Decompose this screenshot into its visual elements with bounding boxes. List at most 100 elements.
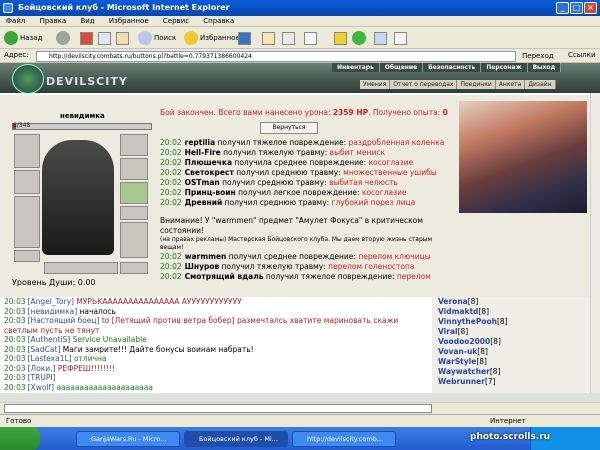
return-button[interactable]: Вернуться <box>260 122 318 134</box>
window-button[interactable] <box>374 30 387 46</box>
user-item[interactable]: Verona[8] <box>438 297 590 307</box>
log-who: Древний <box>184 198 223 207</box>
log-injury: глубокий порез лица <box>331 198 416 207</box>
shield-slot[interactable] <box>120 222 148 258</box>
nav-fights[interactable]: Поединки <box>457 80 496 89</box>
nav-exit[interactable]: Выход <box>527 63 562 72</box>
menu-edit[interactable]: Правка <box>40 17 67 25</box>
menu-favorites[interactable]: Избранное <box>109 17 149 25</box>
vertical-scrollbar[interactable] <box>590 63 600 393</box>
chat-msg: РЕФРЕШ!!!!!!!! <box>55 363 115 373</box>
pocket-slots[interactable] <box>44 262 118 274</box>
user-item[interactable]: Voodoo2000[8] <box>438 337 590 347</box>
battle-picture <box>459 101 587 213</box>
log-who: Шнуров <box>184 262 220 271</box>
chat-nick[interactable]: [Xwolf] <box>28 383 54 392</box>
nav-character[interactable]: Персонаж <box>481 63 528 72</box>
chat-message: 20:03 [SadCat] Маги замрите!!! Дайте бону… <box>4 345 430 355</box>
messenger-button[interactable] <box>334 30 347 46</box>
links-label[interactable]: Ссылки <box>568 51 596 59</box>
weapon-slot[interactable] <box>120 134 148 156</box>
media-button[interactable] <box>238 30 251 46</box>
chat-nick[interactable]: [AuthentiS] <box>28 335 71 344</box>
doc-button[interactable] <box>394 30 407 46</box>
user-item[interactable]: VinnythePooh[8] <box>438 317 590 327</box>
nav-skills[interactable]: Умения <box>360 80 391 89</box>
home-button[interactable] <box>116 30 129 46</box>
user-item[interactable]: WarStyle[8] <box>438 357 590 367</box>
task-combats[interactable]: Бойцовский клуб - Mi... <box>184 431 288 447</box>
chat-nick[interactable]: [невидимка] <box>28 307 78 316</box>
back-button[interactable]: Назад <box>4 30 42 46</box>
chat-nick[interactable]: [Angel_Tory] <box>28 297 74 306</box>
refresh-button[interactable] <box>98 30 111 46</box>
forward-button[interactable] <box>56 30 70 46</box>
user-name[interactable]: Voodoo2000 <box>438 337 490 346</box>
search-button[interactable]: Поиск <box>138 30 176 46</box>
amulet-slot[interactable] <box>14 170 40 194</box>
log-text: получила среднее повреждение: <box>232 158 369 167</box>
nav-security[interactable]: Безопасность <box>423 63 482 72</box>
chat-input[interactable] <box>4 404 432 413</box>
user-item[interactable]: Vovan-uk[8] <box>438 347 590 357</box>
start-button[interactable] <box>0 427 40 450</box>
chat-nick[interactable]: [Настоящий боец] <box>28 316 100 325</box>
chat-nick[interactable]: [TRUPI] <box>28 373 56 382</box>
user-item[interactable]: Viral[8] <box>438 327 590 337</box>
maximize-button[interactable]: □ <box>570 2 583 14</box>
nav-inventory[interactable]: Инвентарь <box>332 63 380 72</box>
bracers-slot[interactable] <box>120 206 148 220</box>
user-name[interactable]: Vovan-uk <box>438 347 477 356</box>
log-injury: раздробленная коленка <box>348 138 445 147</box>
chat-msg: МУРЬКААААААААААААААА АУУУУУУУУУУУУ <box>74 297 242 306</box>
user-item[interactable]: Webrunner[7] <box>438 377 590 387</box>
user-name[interactable]: Verona <box>438 297 468 306</box>
chat-nick[interactable]: [Локи.] <box>28 364 56 373</box>
log-entry: 20:02 OSTman получил среднюю травму: выби… <box>160 178 456 188</box>
chat-nick[interactable]: [Lastexa1L] <box>28 354 72 363</box>
chat-time: 20:03 <box>4 297 26 306</box>
print-button[interactable] <box>282 30 295 46</box>
task-ganjawars[interactable]: GanjaWars.Ru - Micro... <box>76 431 180 447</box>
menu-tools[interactable]: Сервис <box>163 17 189 25</box>
menu-file[interactable]: Файл <box>6 17 25 25</box>
user-name[interactable]: WarStyle <box>438 357 476 366</box>
minimize-button[interactable]: _ <box>556 2 569 14</box>
user-name[interactable]: Viral <box>438 327 458 336</box>
edit-button[interactable] <box>304 30 317 46</box>
user-name[interactable]: Waywatcher <box>438 367 490 376</box>
nav-design[interactable]: Дизайн <box>525 80 556 89</box>
menu-help[interactable]: Справка <box>203 17 234 25</box>
gloves-slot[interactable] <box>120 182 148 204</box>
armor-slot[interactable] <box>14 196 40 248</box>
stop-button[interactable] <box>80 30 93 46</box>
helmet-slot[interactable] <box>14 134 40 168</box>
favorites-button[interactable]: Избранное <box>184 30 240 46</box>
ad-text: (на правах рекламы) Мастерская Бойцовско… <box>160 236 433 251</box>
chat-nick[interactable]: [SadCat] <box>28 345 61 354</box>
log-injury: множественные ушибы <box>343 168 437 177</box>
mail-icon <box>262 31 275 45</box>
go-button[interactable]: Переход <box>522 50 554 62</box>
user-name[interactable]: VinnythePooh <box>438 317 497 326</box>
rings-slot[interactable] <box>120 158 148 180</box>
nav-chat[interactable]: Общение <box>379 63 424 72</box>
menu-view[interactable]: Вид <box>80 17 94 25</box>
battle-log-list-2: 20:02 warmmen получил среднее повреждение… <box>160 252 456 282</box>
chat-log: 20:03 [Angel_Tory] МУРЬКААААААААААААААА А… <box>0 297 430 393</box>
user-name[interactable]: Vidmaktd <box>438 307 478 316</box>
task-devilscity[interactable]: http://devilscity.comb... <box>292 431 396 447</box>
icq-button[interactable] <box>352 30 366 46</box>
belt-slot[interactable] <box>14 250 40 262</box>
mail-button[interactable] <box>262 30 275 46</box>
item-notice: Внимание! У "warmmen" предмет "Амулет Фо… <box>160 216 423 235</box>
nav-transfers[interactable]: Отчет о переводах <box>390 80 458 89</box>
user-name[interactable]: Webrunner <box>438 377 485 386</box>
user-item[interactable]: Vidmaktd[8] <box>438 307 590 317</box>
boots-slot[interactable] <box>120 262 148 274</box>
close-button[interactable]: × <box>584 2 597 14</box>
log-entry: 20:02 reptilia получил тяжелое повреждени… <box>160 138 456 148</box>
nav-profile[interactable]: Анкета <box>495 80 526 89</box>
address-input[interactable]: http://devilscity.combats.ru/buttons.pl?… <box>36 51 516 62</box>
user-item[interactable]: Waywatcher[8] <box>438 367 590 377</box>
